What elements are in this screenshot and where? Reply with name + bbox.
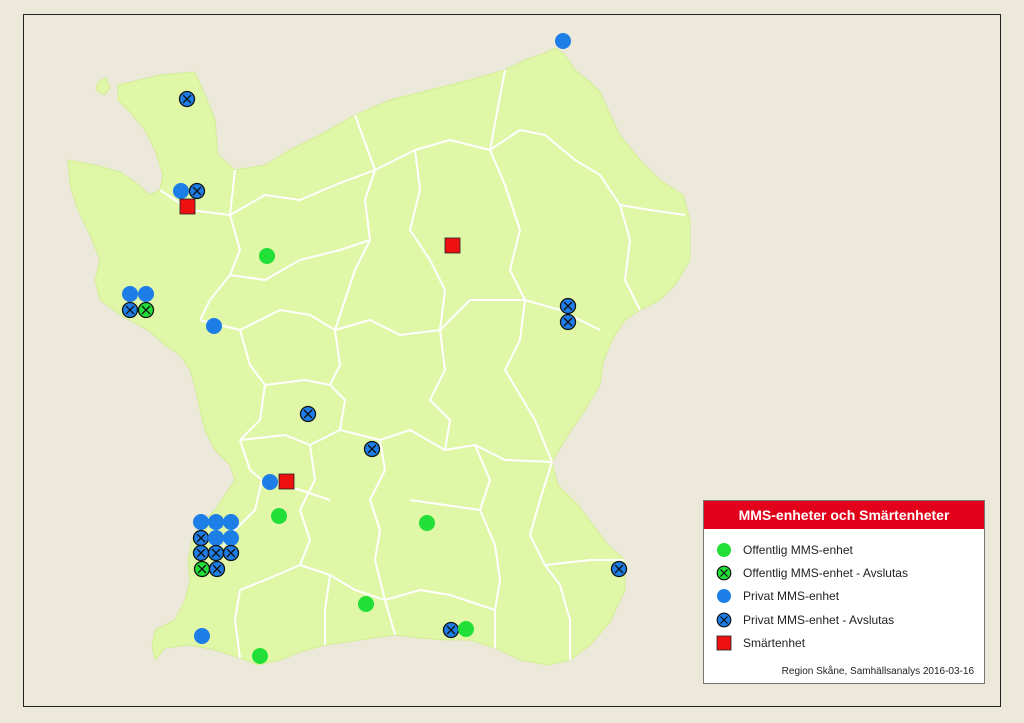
private-unit-closing-icon [716, 612, 732, 627]
private-unit-marker [208, 530, 224, 546]
private-unit-closing-marker [299, 405, 317, 423]
island-ven [95, 77, 111, 96]
public-unit-marker [419, 515, 435, 531]
private-unit-closing-marker [363, 440, 381, 458]
legend-label: Offentlig MMS-enhet - Avslutas [743, 566, 908, 581]
private-unit-marker [223, 530, 239, 546]
private-unit-closing-marker [222, 544, 240, 562]
private-unit-icon [717, 589, 731, 604]
public-unit-marker [252, 648, 268, 664]
legend-label: Smärtenhet [743, 635, 806, 650]
private-unit-marker [555, 33, 571, 49]
public-unit-marker [458, 621, 474, 637]
public-unit-closing-marker [193, 560, 211, 578]
private-unit-marker [223, 514, 239, 530]
private-unit-marker [262, 474, 278, 490]
private-unit-marker [208, 514, 224, 530]
pain-unit-icon [716, 635, 732, 651]
map-legend: MMS-enheter och Smärtenheter Offentlig M… [703, 500, 985, 684]
private-unit-closing-marker [208, 560, 226, 578]
public-unit-marker [271, 508, 287, 524]
private-unit-closing-marker [192, 529, 210, 547]
legend-title: MMS-enheter och Smärtenheter [704, 501, 984, 529]
private-unit-closing-marker [559, 313, 577, 331]
private-unit-closing-marker [121, 301, 139, 319]
public-unit-icon [717, 543, 731, 557]
map-credit: Region Skåne, Samhällsanalys 2016-03-16 [781, 666, 974, 677]
private-unit-marker [138, 286, 154, 302]
private-unit-marker [122, 286, 138, 302]
private-unit-marker [173, 183, 189, 199]
public-unit-closing-marker [137, 301, 155, 319]
private-unit-closing-marker [192, 544, 210, 562]
public-unit-marker [259, 248, 275, 264]
legend-label: Privat MMS-enhet [743, 589, 840, 604]
private-unit-marker [206, 318, 222, 334]
private-unit-closing-marker [610, 560, 628, 578]
private-unit-closing-marker [178, 90, 196, 108]
private-unit-closing-marker [442, 621, 460, 639]
private-unit-marker [193, 514, 209, 530]
public-unit-closing-icon [716, 565, 732, 581]
private-unit-marker [194, 628, 210, 644]
private-unit-closing-marker [207, 544, 225, 562]
private-unit-closing-marker [559, 297, 577, 315]
pain-unit-marker [444, 237, 461, 254]
public-unit-marker [358, 596, 374, 612]
pain-unit-marker [278, 473, 295, 490]
private-unit-closing-marker [188, 182, 206, 200]
legend-label: Offentlig MMS-enhet [743, 543, 853, 557]
pain-unit-marker [179, 198, 196, 215]
legend-label: Privat MMS-enhet - Avslutas [743, 612, 895, 627]
